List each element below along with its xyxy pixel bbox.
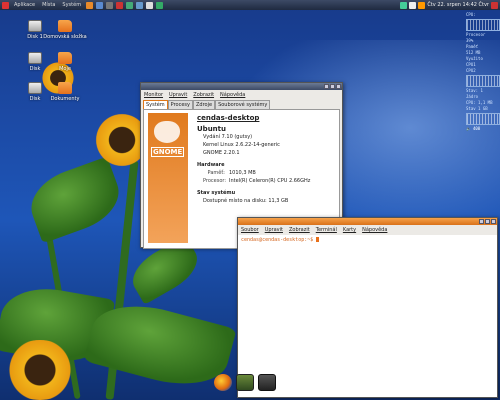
menu-places[interactable]: Místa xyxy=(40,2,57,8)
speaker-icon: 🔈 xyxy=(466,126,471,131)
document-launcher-icon[interactable] xyxy=(146,1,154,9)
desktop-icon-home[interactable]: Domovská složka xyxy=(40,20,90,40)
update-launcher-icon[interactable] xyxy=(156,1,164,9)
notification-icon[interactable] xyxy=(418,1,426,9)
media-launcher-icon[interactable] xyxy=(116,1,124,9)
gnome-foot-icon xyxy=(154,121,180,143)
minimize-icon[interactable] xyxy=(479,219,484,224)
network-icon[interactable] xyxy=(400,1,408,9)
clock[interactable]: Čtv 22. srpen 14:42 Čtvr xyxy=(427,2,489,8)
conky-monitor: CPU: Procesor 39% Paměť 512 MB Využito C… xyxy=(466,12,500,132)
menu-help[interactable]: Nápověda xyxy=(220,92,245,98)
power-icon[interactable] xyxy=(491,1,498,9)
conky-line: Stav 1 GB xyxy=(466,106,488,111)
menu-edit[interactable]: Upravit xyxy=(265,227,283,233)
sunflower-head xyxy=(0,340,80,400)
dock xyxy=(214,371,276,391)
kernel-row: Kernel Linux 2.6.22-14-generic xyxy=(203,142,280,148)
maximize-icon[interactable] xyxy=(485,219,490,224)
volume-icon[interactable] xyxy=(409,1,417,9)
menu-edit[interactable]: Upravit xyxy=(169,92,187,98)
menu-view[interactable]: Zobrazit xyxy=(193,92,214,98)
top-panel: Aplikace Místa Systém Čtv 22. srpen 14:4… xyxy=(0,0,500,10)
sunflower-leaf xyxy=(22,156,128,244)
terminal-window: Soubor Upravit Zobrazit Terminál Karty N… xyxy=(237,217,498,398)
terminal-launcher-icon[interactable] xyxy=(106,1,114,9)
menu-help[interactable]: Nápověda xyxy=(362,227,387,233)
conky-line: CPU2 xyxy=(466,68,476,73)
close-icon[interactable] xyxy=(491,219,496,224)
menu-tabs[interactable]: Karty xyxy=(343,227,356,233)
system-state-heading: Stav systému xyxy=(197,190,236,196)
browser-launcher-icon[interactable] xyxy=(136,1,144,9)
memory-row: Paměť: 1010,3 MB xyxy=(207,170,256,176)
hostname: cendas-desktop xyxy=(197,114,260,122)
distro-name: Ubuntu xyxy=(197,125,226,133)
menu-terminal[interactable]: Terminál xyxy=(316,227,337,233)
text-cursor xyxy=(316,237,320,242)
memory-graph xyxy=(466,75,500,87)
cpu-row: Procesor: Intel(R) Celeron(R) CPU 2.66GH… xyxy=(203,178,311,184)
disk-row: Dostupné místo na disku: 11,3 GB xyxy=(203,198,289,204)
volume-control[interactable]: 🔈 400 xyxy=(466,126,500,132)
minimize-icon[interactable] xyxy=(324,84,329,89)
tab-system[interactable]: Systém xyxy=(143,100,168,109)
system-monitor-icon[interactable] xyxy=(236,374,254,391)
folder-icon xyxy=(58,52,72,64)
hardware-heading: Hardware xyxy=(197,162,225,168)
tab-bar: Systém Procesy Zdroje Souborové systémy xyxy=(141,100,342,109)
system-info: cendas-desktop Ubuntu Vydání 7.10 (gutsy… xyxy=(197,114,337,205)
release-row: Vydání 7.10 (gutsy) xyxy=(203,134,253,140)
window-titlebar[interactable] xyxy=(141,83,342,90)
menu-file[interactable]: Soubor xyxy=(241,227,259,233)
tab-filesystems[interactable]: Souborové systémy xyxy=(215,100,271,109)
tab-resources[interactable]: Zdroje xyxy=(192,100,216,109)
ubuntu-menu-icon[interactable] xyxy=(2,1,9,9)
menu-view[interactable]: Zobrazit xyxy=(289,227,310,233)
network-graph xyxy=(466,113,500,125)
menu-system[interactable]: Systém xyxy=(60,2,83,8)
gnome-logo-panel: GNOME xyxy=(148,113,188,243)
chat-launcher-icon[interactable] xyxy=(126,1,134,9)
close-icon[interactable] xyxy=(336,84,341,89)
menubar: Monitor Upravit Zobrazit Nápověda xyxy=(141,90,342,100)
gnome-row: GNOME 2.20.1 xyxy=(203,150,240,156)
firefox-launcher-icon[interactable] xyxy=(86,1,94,9)
maximize-icon[interactable] xyxy=(330,84,335,89)
menubar: Soubor Upravit Zobrazit Terminál Karty N… xyxy=(238,225,497,235)
folder-icon xyxy=(58,82,72,94)
folder-icon xyxy=(58,20,72,32)
shell-prompt: cendas@cendas-desktop:~$ xyxy=(241,237,314,243)
terminal-icon[interactable] xyxy=(258,374,276,391)
mail-launcher-icon[interactable] xyxy=(96,1,104,9)
cpu-graph xyxy=(466,19,500,31)
menu-applications[interactable]: Aplikace xyxy=(12,2,37,8)
tab-processes[interactable]: Procesy xyxy=(167,100,193,109)
window-titlebar[interactable] xyxy=(238,218,497,225)
conky-line: CPU: xyxy=(466,12,476,17)
desktop-icon-documents[interactable]: Dokumenty xyxy=(40,82,90,102)
menu-monitor[interactable]: Monitor xyxy=(144,92,163,98)
gnome-logo-text: GNOME xyxy=(151,147,185,157)
desktop-icon-folder[interactable]: Moje xyxy=(40,52,90,72)
firefox-icon[interactable] xyxy=(214,374,232,391)
terminal-output[interactable]: cendas@cendas-desktop:~$ xyxy=(238,235,497,245)
